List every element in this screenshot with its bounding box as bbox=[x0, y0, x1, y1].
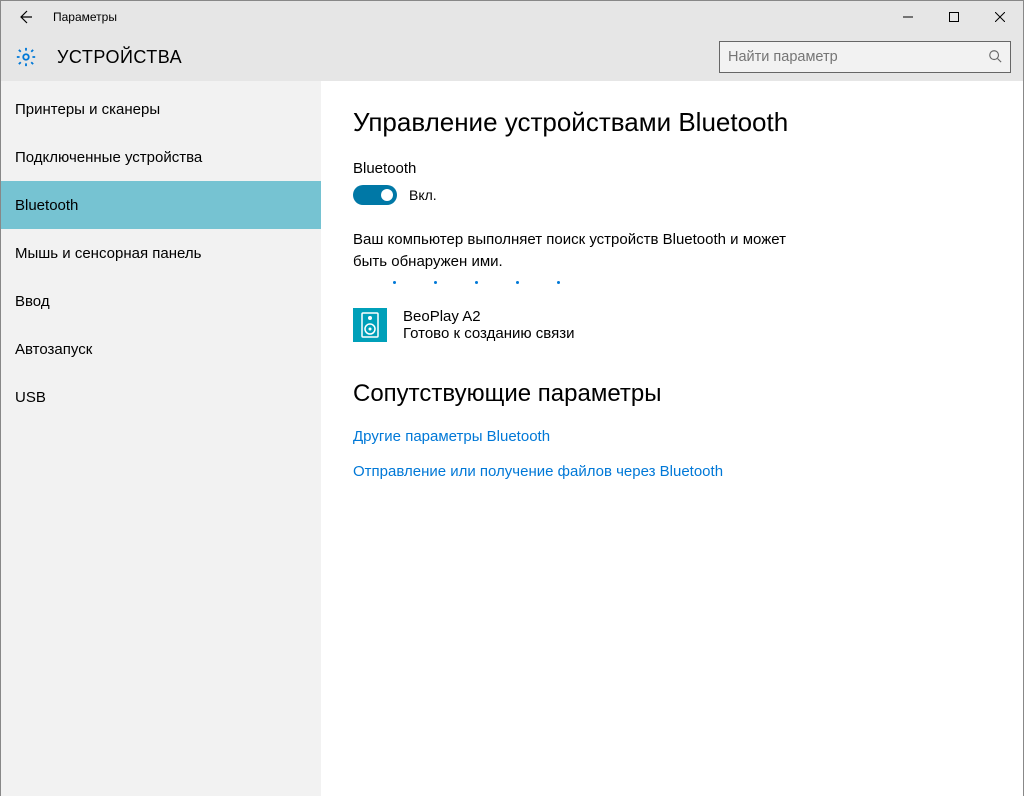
sidebar-item-label: Ввод bbox=[15, 293, 50, 310]
workspace: Принтеры и сканеры Подключенные устройст… bbox=[1, 81, 1023, 796]
sidebar-item-label: USB bbox=[15, 389, 46, 406]
sidebar-item-label: Принтеры и сканеры bbox=[15, 101, 160, 118]
back-button[interactable] bbox=[9, 1, 41, 33]
header: УСТРОЙСТВА bbox=[1, 33, 1023, 81]
sidebar-item-printers[interactable]: Принтеры и сканеры bbox=[1, 85, 321, 133]
device-row[interactable]: BeoPlay A2 Готово к созданию связи bbox=[353, 308, 993, 342]
dot-icon bbox=[475, 281, 478, 284]
dot-icon bbox=[393, 281, 396, 284]
sidebar-item-label: Bluetooth bbox=[15, 197, 78, 214]
link-more-bluetooth[interactable]: Другие параметры Bluetooth bbox=[353, 428, 993, 445]
status-text: Ваш компьютер выполняет поиск устройств … bbox=[353, 229, 793, 273]
related-heading: Сопутствующие параметры bbox=[353, 380, 993, 408]
progress-indicator bbox=[393, 281, 993, 284]
sidebar-item-autoplay[interactable]: Автозапуск bbox=[1, 325, 321, 373]
sidebar-item-label: Подключенные устройства bbox=[15, 149, 202, 166]
gear-icon bbox=[15, 46, 37, 68]
search-icon bbox=[988, 49, 1002, 66]
device-name: BeoPlay A2 bbox=[403, 308, 574, 325]
speaker-icon bbox=[353, 308, 387, 342]
sidebar: Принтеры и сканеры Подключенные устройст… bbox=[1, 81, 321, 796]
dot-icon bbox=[516, 281, 519, 284]
bluetooth-toggle-row: Вкл. bbox=[353, 185, 993, 205]
section-title: УСТРОЙСТВА bbox=[57, 47, 182, 68]
close-button[interactable] bbox=[977, 1, 1023, 33]
sidebar-item-label: Автозапуск bbox=[15, 341, 92, 358]
device-info: BeoPlay A2 Готово к созданию связи bbox=[403, 308, 574, 342]
toggle-knob-icon bbox=[381, 189, 393, 201]
sidebar-item-mouse-touchpad[interactable]: Мышь и сенсорная панель bbox=[1, 229, 321, 277]
search-input[interactable] bbox=[728, 49, 988, 65]
maximize-button[interactable] bbox=[931, 1, 977, 33]
link-send-receive-files[interactable]: Отправление или получение файлов через B… bbox=[353, 463, 993, 480]
device-state: Готово к созданию связи bbox=[403, 325, 574, 342]
window-controls bbox=[885, 1, 1023, 33]
page-heading: Управление устройствами Bluetooth bbox=[353, 107, 993, 138]
sidebar-item-connected-devices[interactable]: Подключенные устройства bbox=[1, 133, 321, 181]
titlebar: Параметры bbox=[1, 1, 1023, 33]
search-box[interactable] bbox=[719, 41, 1011, 73]
dot-icon bbox=[434, 281, 437, 284]
arrow-left-icon bbox=[17, 9, 33, 25]
bluetooth-label: Bluetooth bbox=[353, 160, 993, 177]
sidebar-item-label: Мышь и сенсорная панель bbox=[15, 245, 201, 262]
minimize-button[interactable] bbox=[885, 1, 931, 33]
sidebar-item-input[interactable]: Ввод bbox=[1, 277, 321, 325]
window-title: Параметры bbox=[53, 10, 117, 24]
toggle-state-label: Вкл. bbox=[409, 187, 437, 203]
bluetooth-toggle[interactable] bbox=[353, 185, 397, 205]
sidebar-item-bluetooth[interactable]: Bluetooth bbox=[1, 181, 321, 229]
dot-icon bbox=[557, 281, 560, 284]
content: Управление устройствами Bluetooth Blueto… bbox=[321, 81, 1023, 796]
sidebar-item-usb[interactable]: USB bbox=[1, 373, 321, 421]
